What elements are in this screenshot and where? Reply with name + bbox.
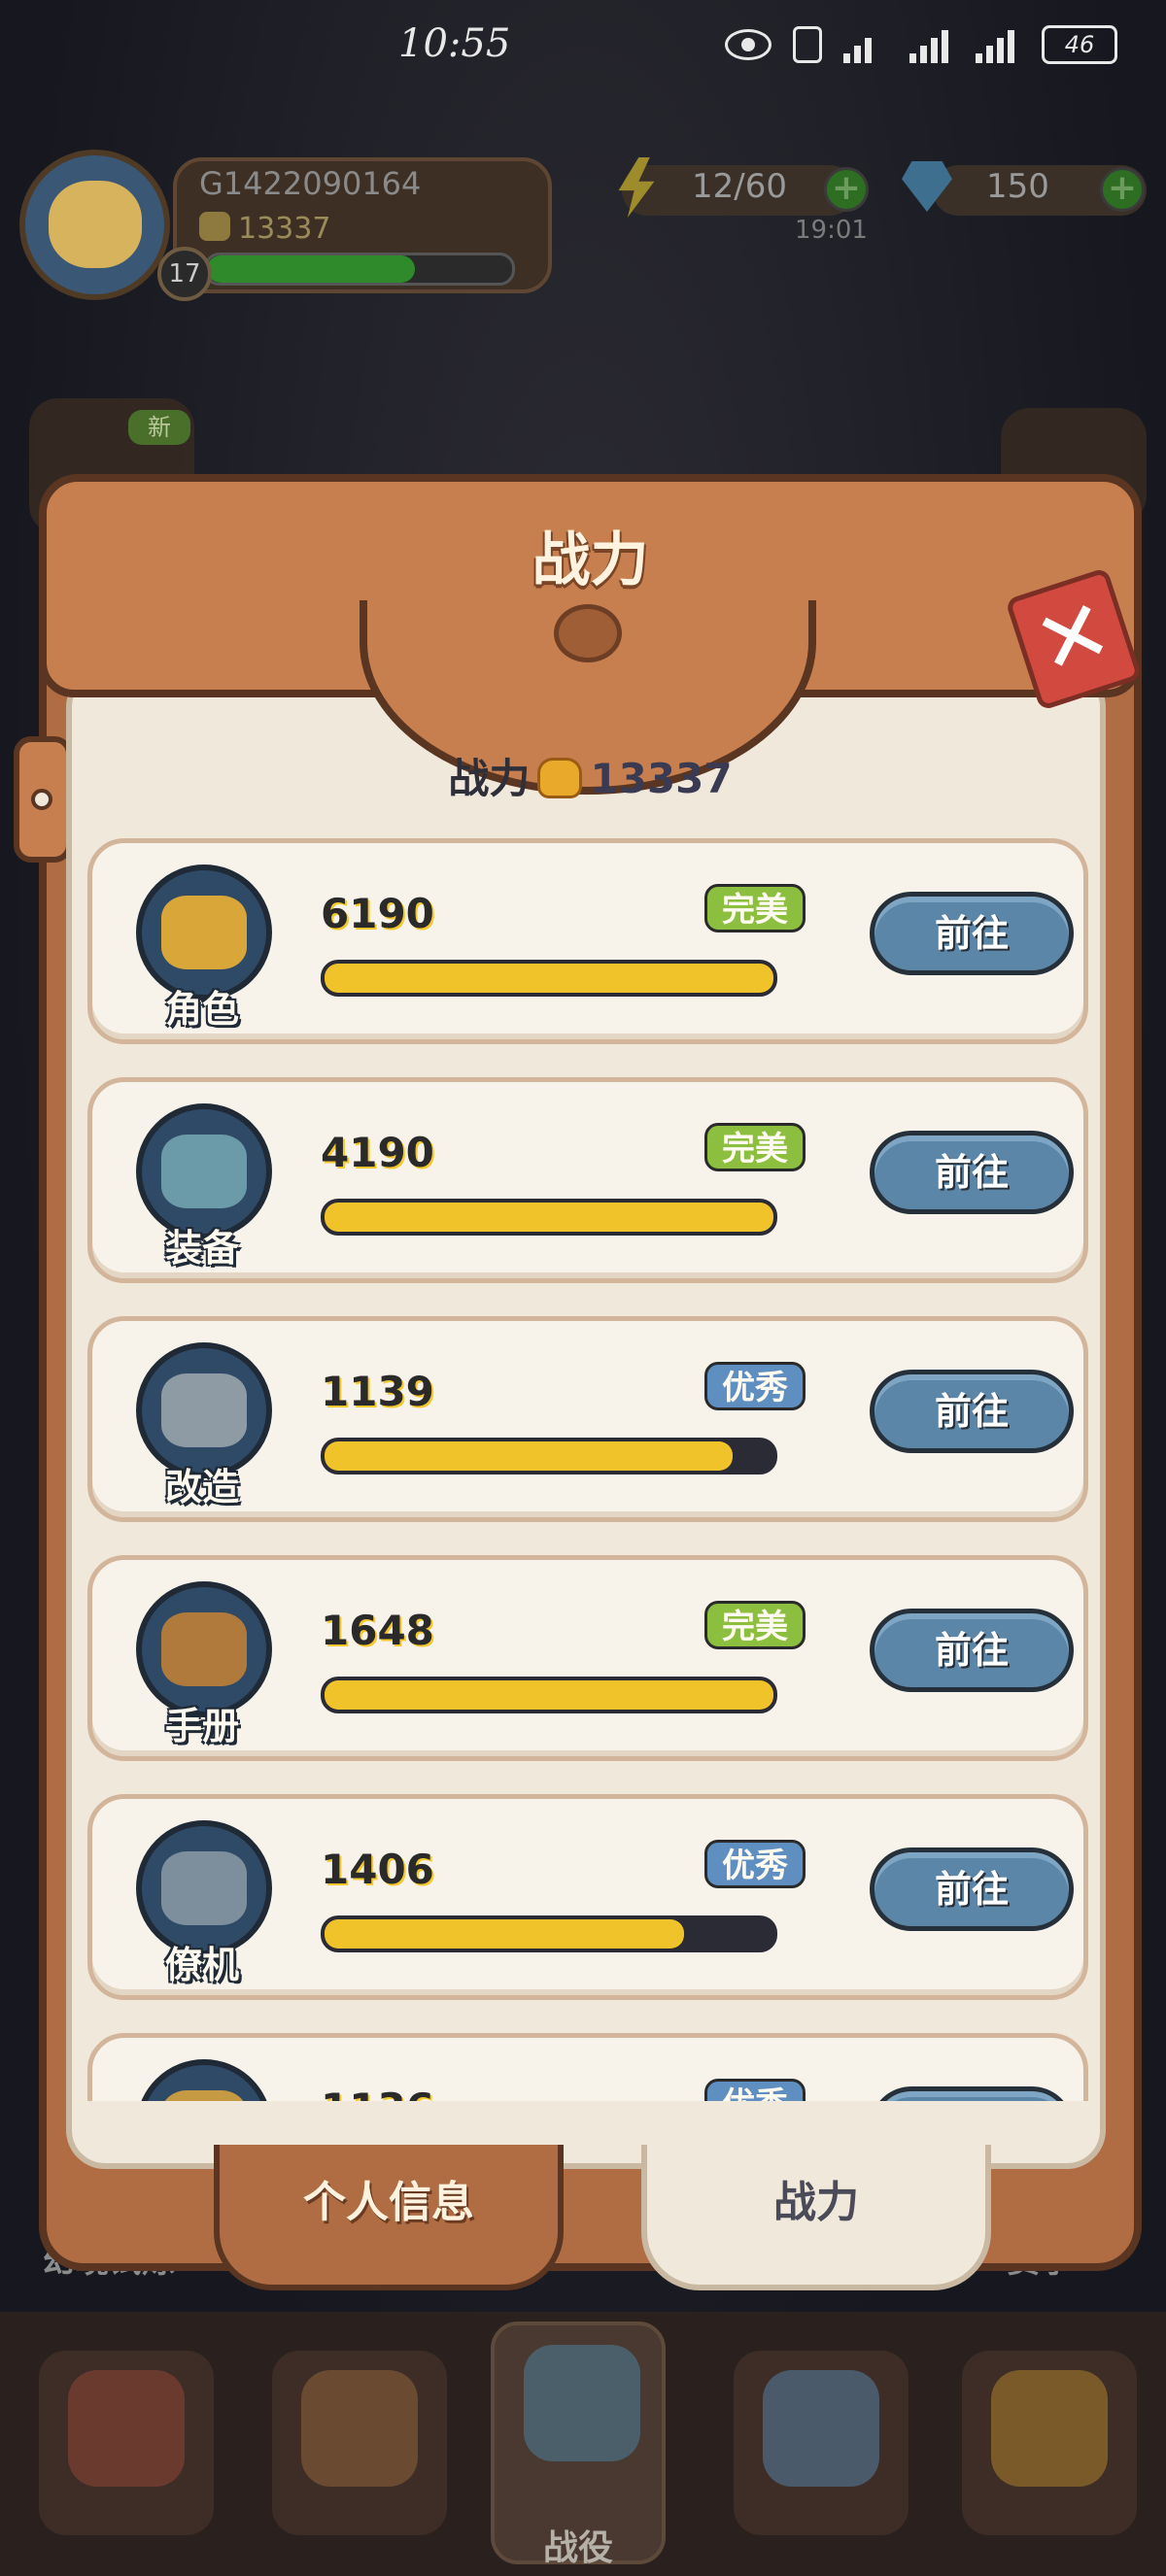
goto-button[interactable]: 前往 bbox=[870, 1847, 1074, 1931]
grade-badge: 优秀 bbox=[704, 2079, 806, 2101]
fist-icon bbox=[199, 212, 230, 241]
stamina-value: 12/60 bbox=[692, 167, 787, 206]
row-category-label: 改造 bbox=[164, 1466, 239, 1508]
signal-icon bbox=[909, 26, 954, 63]
progress-bar bbox=[321, 1915, 777, 1952]
grade-badge: 完美 bbox=[704, 1601, 806, 1649]
progress-bar-fill bbox=[325, 1919, 684, 1949]
power-row: 改造 1139 优秀 前往 bbox=[87, 1316, 1088, 1522]
eye-icon bbox=[725, 29, 772, 60]
nav-character[interactable] bbox=[272, 2351, 447, 2535]
power-row: 僚机 1406 优秀 前往 bbox=[87, 1794, 1088, 2000]
grade-badge: 完美 bbox=[704, 884, 806, 932]
goto-button[interactable]: 前往 bbox=[870, 1131, 1074, 1214]
row-category-label: 角色 bbox=[164, 988, 239, 1031]
nav-campaign-label: 战役 bbox=[542, 2528, 613, 2568]
status-time: 10:55 bbox=[398, 21, 511, 66]
add-stamina-button[interactable]: + bbox=[824, 167, 869, 212]
row-power-value: 1139 bbox=[321, 1368, 434, 1415]
progress-bar bbox=[321, 1677, 777, 1713]
row-category-label: 僚机 bbox=[164, 1944, 239, 1986]
dialog-title: 战力 bbox=[532, 526, 649, 594]
dialog-tabs: 个人信息 战力 bbox=[214, 2145, 1011, 2290]
nav-equipment[interactable] bbox=[734, 2351, 909, 2535]
progress-bar-fill bbox=[325, 1680, 773, 1710]
goto-button[interactable]: 前往 bbox=[870, 1609, 1074, 1692]
grade-badge: 优秀 bbox=[704, 1362, 806, 1410]
signal-icon-2 bbox=[976, 26, 1020, 63]
total-power: 战力 13337 bbox=[39, 746, 1142, 805]
progress-bar-fill bbox=[325, 1441, 734, 1471]
wifi-icon bbox=[843, 26, 888, 63]
clasp-icon bbox=[554, 604, 622, 662]
progress-bar bbox=[321, 1438, 777, 1474]
goto-button[interactable]: 前往 bbox=[870, 2086, 1074, 2101]
row-category-label: 装备 bbox=[164, 1227, 239, 1270]
status-bar: 10:55 46 bbox=[0, 0, 1166, 97]
stamina-timer: 19:01 bbox=[795, 216, 868, 245]
exp-bar-fill bbox=[207, 255, 415, 283]
grade-badge: 优秀 bbox=[704, 1840, 806, 1888]
power-row: 装备 4190 完美 前往 bbox=[87, 1077, 1088, 1283]
power-dialog: 战力 ✕ 战力 13337 角色 6190 完美 前往 装备 4190 完美 前往 改造 1139 优… bbox=[14, 474, 1143, 2300]
player-info-bar: G1422090164 13337 17 12/60 + 19:01 150 + bbox=[0, 136, 1166, 311]
goto-button[interactable]: 前往 bbox=[870, 1370, 1074, 1453]
nav-shop[interactable] bbox=[39, 2351, 214, 2535]
row-power-value: 1648 bbox=[321, 1607, 434, 1654]
row-power-value: 1136 bbox=[321, 2085, 434, 2101]
tab-power[interactable]: 战力 bbox=[641, 2145, 991, 2290]
add-gem-button[interactable]: + bbox=[1100, 167, 1145, 212]
power-row: 角色 6190 完美 前往 bbox=[87, 838, 1088, 1044]
battery-icon: 46 bbox=[1042, 25, 1117, 64]
bottom-nav: 战役 bbox=[0, 2312, 1166, 2576]
progress-bar bbox=[321, 1199, 777, 1236]
progress-bar-fill bbox=[325, 964, 773, 993]
new-badge: 新 bbox=[128, 410, 190, 445]
power-list[interactable]: 角色 6190 完美 前往 装备 4190 完美 前往 改造 1139 优秀 前往 手册 1648 完美 前往… bbox=[87, 838, 1093, 2101]
fist-icon bbox=[537, 758, 583, 798]
player-power: 13337 bbox=[238, 212, 331, 246]
level-badge: 17 bbox=[157, 247, 212, 301]
partial-icon bbox=[136, 2059, 272, 2101]
row-category-label: 手册 bbox=[164, 1705, 239, 1747]
progress-bar bbox=[321, 960, 777, 997]
row-power-value: 6190 bbox=[321, 890, 434, 937]
row-power-value: 4190 bbox=[321, 1129, 434, 1176]
goto-button[interactable]: 前往 bbox=[870, 892, 1074, 975]
vibrate-icon bbox=[793, 26, 822, 63]
nav-campaign[interactable]: 战役 bbox=[491, 2322, 666, 2568]
total-power-value: 13337 bbox=[590, 755, 733, 802]
total-power-label: 战力 bbox=[448, 755, 531, 802]
nav-handbook[interactable] bbox=[962, 2351, 1137, 2535]
avatar[interactable] bbox=[19, 150, 170, 300]
gem-value: 150 bbox=[986, 167, 1049, 206]
tab-profile[interactable]: 个人信息 bbox=[214, 2145, 564, 2290]
grade-badge: 完美 bbox=[704, 1123, 806, 1171]
progress-bar-fill bbox=[325, 1203, 773, 1232]
power-row: 1136 优秀 前往 bbox=[87, 2033, 1088, 2101]
power-row: 手册 1648 完美 前往 bbox=[87, 1555, 1088, 1761]
row-power-value: 1406 bbox=[321, 1846, 434, 1893]
player-id: G1422090164 bbox=[199, 165, 422, 202]
